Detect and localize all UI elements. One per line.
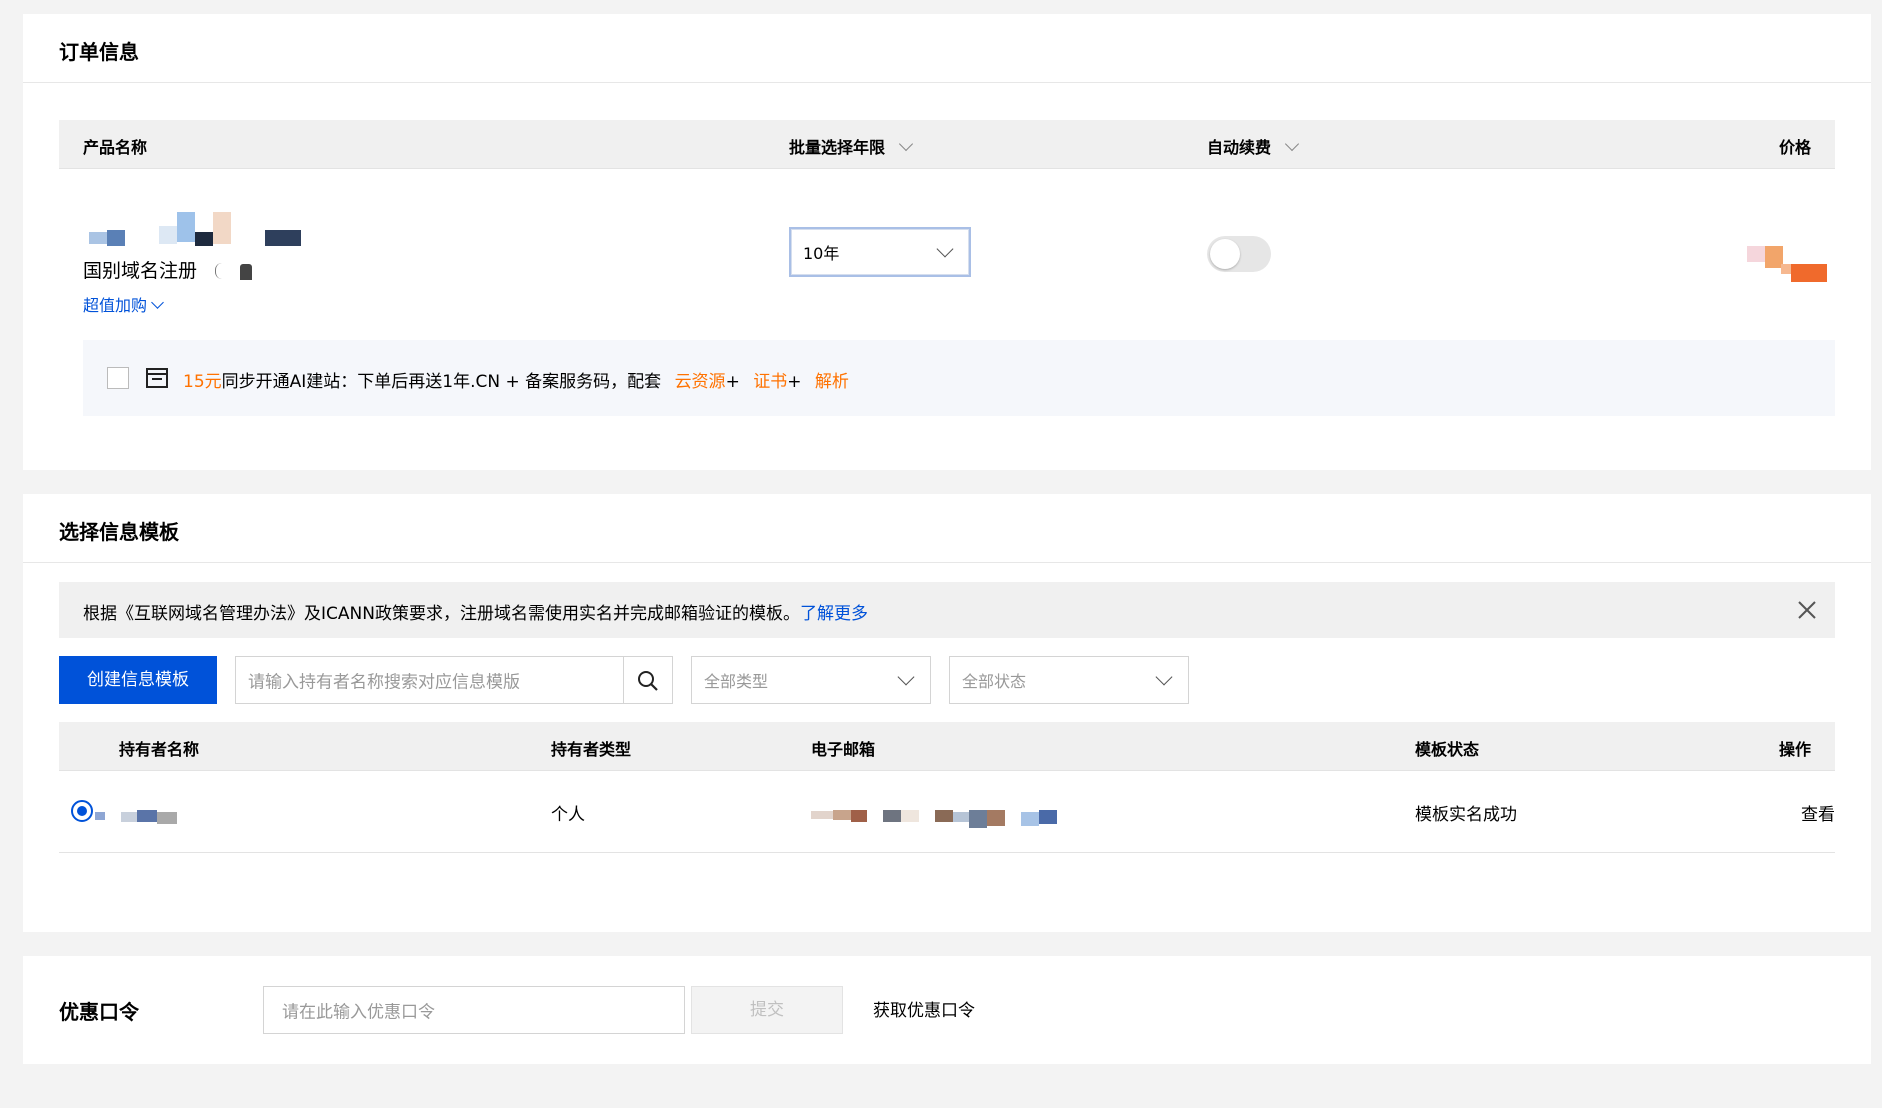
- col-holder-name: 持有者名称: [119, 740, 200, 759]
- term-select[interactable]: 10年: [789, 227, 971, 277]
- col-term[interactable]: 批量选择年限: [789, 134, 914, 158]
- order-info-card: 订单信息 产品名称 批量选择年限 自动续费 价格 国别域名注册 超值加购 10年: [23, 14, 1871, 470]
- upsell-dropdown-link[interactable]: 超值加购: [83, 292, 164, 316]
- col-template-status: 模板状态: [1415, 740, 1480, 759]
- promo-price: 15元: [183, 372, 222, 392]
- learn-more-link[interactable]: 了解更多: [800, 604, 868, 624]
- order-info-title: 订单信息: [59, 40, 139, 64]
- holder-search-input[interactable]: 请输入持有者名称搜索对应信息模版: [235, 656, 673, 704]
- col-product-name: 产品名称: [83, 138, 148, 157]
- status-filter-value: 全部状态: [962, 672, 1027, 691]
- promo-description: 同步开通AI建站：下单后再送1年.CN + 备案服务码，配套: [221, 372, 662, 392]
- coupon-code-input[interactable]: 请在此输入优惠口令: [263, 986, 685, 1034]
- view-template-link[interactable]: 查看: [1801, 800, 1835, 825]
- ai-site-promo-box: 15元同步开通AI建站：下单后再送1年.CN + 备案服务码，配套 云资源+ 证…: [83, 340, 1835, 416]
- col-action: 操作: [1778, 740, 1811, 759]
- order-table-header: 产品名称 批量选择年限 自动续费 价格: [59, 120, 1835, 169]
- redacted-suffix-block: [240, 264, 253, 280]
- notice-text: 根据《互联网域名管理办法》及ICANN政策要求，注册域名需使用实名并完成邮箱验证…: [83, 599, 868, 624]
- close-icon[interactable]: [1795, 598, 1819, 622]
- col-holder-type: 持有者类型: [551, 740, 632, 759]
- col-term-label: 批量选择年限: [789, 138, 886, 157]
- holder-type-cell: 个人: [551, 805, 585, 825]
- type-filter-value: 全部类型: [704, 672, 769, 691]
- realname-notice: 根据《互联网域名管理办法》及ICANN政策要求，注册域名需使用实名并完成邮箱验证…: [59, 582, 1835, 638]
- redacted-suffix: [215, 263, 222, 279]
- status-filter-select[interactable]: 全部状态: [949, 656, 1189, 704]
- template-table-header: 持有者名称 持有者类型 电子邮箱 模板状态 操作: [59, 722, 1835, 771]
- template-row-radio[interactable]: [71, 800, 93, 822]
- get-coupon-link[interactable]: 获取优惠口令: [873, 996, 975, 1021]
- website-icon: [146, 368, 168, 388]
- chevron-down-icon: [1155, 668, 1173, 686]
- search-icon: [638, 671, 658, 691]
- product-name: 国别域名注册: [83, 256, 253, 283]
- col-email: 电子邮箱: [811, 740, 876, 759]
- create-template-button[interactable]: 创建信息模板: [59, 656, 217, 704]
- type-filter-select[interactable]: 全部类型: [691, 656, 931, 704]
- radio-dot: [77, 806, 87, 816]
- notice-message: 根据《互联网域名管理办法》及ICANN政策要求，注册域名需使用实名并完成邮箱验证…: [83, 604, 800, 624]
- promo-certificate: 证书: [753, 372, 788, 392]
- chevron-down-icon: [151, 296, 164, 309]
- promo-cloud-resources: 云资源: [674, 372, 726, 392]
- coupon-card: 优惠口令 请在此输入优惠口令 提交 获取优惠口令: [23, 956, 1871, 1064]
- table-row-divider: [59, 852, 1835, 853]
- template-status-cell: 模板实名成功: [1415, 805, 1517, 825]
- coupon-title: 优惠口令: [59, 1000, 139, 1024]
- chevron-down-icon: [1284, 136, 1300, 152]
- term-select-value: 10年: [803, 244, 840, 263]
- chevron-down-icon: [898, 136, 914, 152]
- product-name-text: 国别域名注册: [83, 260, 198, 282]
- template-title: 选择信息模板: [59, 520, 179, 544]
- ai-site-promo-checkbox[interactable]: [107, 367, 129, 389]
- promo-plus-1: +: [725, 372, 740, 392]
- coupon-submit-button[interactable]: 提交: [691, 986, 843, 1034]
- search-button[interactable]: [623, 657, 672, 703]
- promo-dns: 解析: [814, 372, 849, 392]
- upsell-label: 超值加购: [83, 296, 148, 315]
- toggle-knob: [1210, 239, 1240, 269]
- coupon-code-placeholder: 请在此输入优惠口令: [282, 1002, 435, 1023]
- col-auto-renew-label: 自动续费: [1207, 138, 1272, 157]
- holder-search-placeholder: 请输入持有者名称搜索对应信息模版: [248, 672, 520, 693]
- auto-renew-toggle[interactable]: [1207, 236, 1271, 272]
- template-card: 选择信息模板 根据《互联网域名管理办法》及ICANN政策要求，注册域名需使用实名…: [23, 494, 1871, 932]
- chevron-down-icon: [897, 668, 915, 686]
- template-divider: [23, 562, 1871, 563]
- chevron-down-icon: [936, 240, 954, 258]
- col-auto-renew[interactable]: 自动续费: [1207, 134, 1300, 158]
- order-info-divider: [23, 82, 1871, 83]
- col-price: 价格: [1778, 138, 1811, 157]
- promo-plus-2: +: [787, 372, 802, 392]
- ai-site-promo-text: 15元同步开通AI建站：下单后再送1年.CN + 备案服务码，配套 云资源+ 证…: [183, 367, 849, 392]
